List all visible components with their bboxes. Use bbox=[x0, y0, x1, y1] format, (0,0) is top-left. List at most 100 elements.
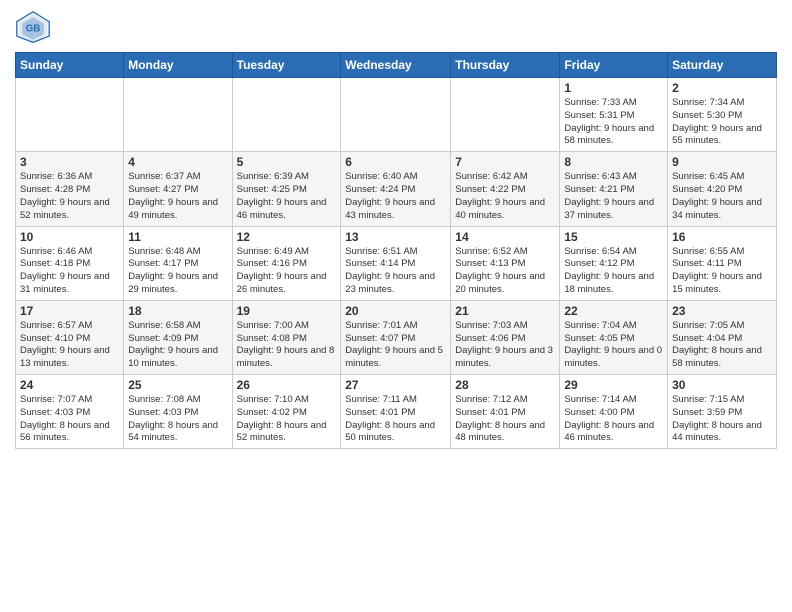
day-info: Sunrise: 6:43 AM Sunset: 4:21 PM Dayligh… bbox=[564, 171, 663, 222]
weekday-friday: Friday bbox=[560, 53, 668, 78]
day-number: 9 bbox=[672, 155, 772, 169]
weekday-sunday: Sunday bbox=[16, 53, 124, 78]
day-info: Sunrise: 6:51 AM Sunset: 4:14 PM Dayligh… bbox=[345, 246, 446, 297]
day-cell: 27 Sunrise: 7:11 AM Sunset: 4:01 PM Dayli… bbox=[341, 375, 451, 449]
day-cell: 17Sunrise: 6:57 AM Sunset: 4:10 PM Dayli… bbox=[16, 300, 124, 374]
day-cell bbox=[341, 78, 451, 152]
day-cell: 12 Sunrise: 6:49 AM Sunset: 4:16 PM Dayli… bbox=[232, 226, 341, 300]
day-cell: 5Sunrise: 6:39 AM Sunset: 4:25 PM Daylig… bbox=[232, 152, 341, 226]
day-info: Sunrise: 7:05 AM Sunset: 4:04 PM Dayligh… bbox=[672, 320, 772, 371]
day-info: Sunrise: 7:08 AM Sunset: 4:03 PM Dayligh… bbox=[128, 394, 227, 445]
day-cell: 14 Sunrise: 6:52 AM Sunset: 4:13 PM Dayli… bbox=[451, 226, 560, 300]
day-cell: 7 Sunrise: 6:42 AM Sunset: 4:22 PM Daylig… bbox=[451, 152, 560, 226]
day-number: 1 bbox=[564, 81, 663, 95]
day-info: Sunrise: 6:40 AM Sunset: 4:24 PM Dayligh… bbox=[345, 171, 446, 222]
day-info: Sunrise: 7:07 AM Sunset: 4:03 PM Dayligh… bbox=[20, 394, 119, 445]
day-number: 16 bbox=[672, 230, 772, 244]
day-number: 11 bbox=[128, 230, 227, 244]
day-cell bbox=[124, 78, 232, 152]
day-info: Sunrise: 6:48 AM Sunset: 4:17 PM Dayligh… bbox=[128, 246, 227, 297]
day-number: 12 bbox=[237, 230, 337, 244]
weekday-monday: Monday bbox=[124, 53, 232, 78]
weekday-wednesday: Wednesday bbox=[341, 53, 451, 78]
day-number: 26 bbox=[237, 378, 337, 392]
day-number: 22 bbox=[564, 304, 663, 318]
day-number: 13 bbox=[345, 230, 446, 244]
day-number: 27 bbox=[345, 378, 446, 392]
header: GB bbox=[15, 10, 777, 46]
calendar-table: SundayMondayTuesdayWednesdayThursdayFrid… bbox=[15, 52, 777, 449]
day-cell: 10 Sunrise: 6:46 AM Sunset: 4:18 PM Dayli… bbox=[16, 226, 124, 300]
day-cell: 24 Sunrise: 7:07 AM Sunset: 4:03 PM Dayli… bbox=[16, 375, 124, 449]
day-cell: 11 Sunrise: 6:48 AM Sunset: 4:17 PM Dayli… bbox=[124, 226, 232, 300]
day-info: Sunrise: 7:01 AM Sunset: 4:07 PM Dayligh… bbox=[345, 320, 446, 371]
weekday-thursday: Thursday bbox=[451, 53, 560, 78]
day-info: Sunrise: 6:46 AM Sunset: 4:18 PM Dayligh… bbox=[20, 246, 119, 297]
day-cell: 26 Sunrise: 7:10 AM Sunset: 4:02 PM Dayli… bbox=[232, 375, 341, 449]
day-info: Sunrise: 7:11 AM Sunset: 4:01 PM Dayligh… bbox=[345, 394, 446, 445]
week-row-1: 3 Sunrise: 6:36 AM Sunset: 4:28 PM Daylig… bbox=[16, 152, 777, 226]
weekday-header-row: SundayMondayTuesdayWednesdayThursdayFrid… bbox=[16, 53, 777, 78]
day-cell: 3 Sunrise: 6:36 AM Sunset: 4:28 PM Daylig… bbox=[16, 152, 124, 226]
day-info: Sunrise: 6:45 AM Sunset: 4:20 PM Dayligh… bbox=[672, 171, 772, 222]
day-number: 15 bbox=[564, 230, 663, 244]
week-row-2: 10 Sunrise: 6:46 AM Sunset: 4:18 PM Dayli… bbox=[16, 226, 777, 300]
day-info: Sunrise: 6:54 AM Sunset: 4:12 PM Dayligh… bbox=[564, 246, 663, 297]
day-number: 14 bbox=[455, 230, 555, 244]
day-number: 2 bbox=[672, 81, 772, 95]
day-cell: 18 Sunrise: 6:58 AM Sunset: 4:09 PM Dayli… bbox=[124, 300, 232, 374]
day-number: 6 bbox=[345, 155, 446, 169]
day-number: 24 bbox=[20, 378, 119, 392]
day-cell: 30 Sunrise: 7:15 AM Sunset: 3:59 PM Dayli… bbox=[668, 375, 777, 449]
day-number: 25 bbox=[128, 378, 227, 392]
day-cell: 13 Sunrise: 6:51 AM Sunset: 4:14 PM Dayli… bbox=[341, 226, 451, 300]
week-row-0: 1 Sunrise: 7:33 AM Sunset: 5:31 PM Daylig… bbox=[16, 78, 777, 152]
day-number: 19 bbox=[237, 304, 337, 318]
day-info: Sunrise: 6:55 AM Sunset: 4:11 PM Dayligh… bbox=[672, 246, 772, 297]
day-cell: 8Sunrise: 6:43 AM Sunset: 4:21 PM Daylig… bbox=[560, 152, 668, 226]
day-info: Sunrise: 7:34 AM Sunset: 5:30 PM Dayligh… bbox=[672, 97, 772, 148]
day-info: Sunrise: 7:03 AM Sunset: 4:06 PM Dayligh… bbox=[455, 320, 555, 371]
day-cell bbox=[232, 78, 341, 152]
day-cell: 25 Sunrise: 7:08 AM Sunset: 4:03 PM Dayli… bbox=[124, 375, 232, 449]
day-cell: 9 Sunrise: 6:45 AM Sunset: 4:20 PM Daylig… bbox=[668, 152, 777, 226]
day-cell: 22 Sunrise: 7:04 AM Sunset: 4:05 PM Dayli… bbox=[560, 300, 668, 374]
day-info: Sunrise: 7:10 AM Sunset: 4:02 PM Dayligh… bbox=[237, 394, 337, 445]
day-info: Sunrise: 6:57 AM Sunset: 4:10 PM Dayligh… bbox=[20, 320, 119, 371]
day-number: 18 bbox=[128, 304, 227, 318]
day-cell bbox=[451, 78, 560, 152]
day-number: 21 bbox=[455, 304, 555, 318]
day-info: Sunrise: 6:58 AM Sunset: 4:09 PM Dayligh… bbox=[128, 320, 227, 371]
day-number: 3 bbox=[20, 155, 119, 169]
day-number: 10 bbox=[20, 230, 119, 244]
day-info: Sunrise: 6:49 AM Sunset: 4:16 PM Dayligh… bbox=[237, 246, 337, 297]
day-info: Sunrise: 7:12 AM Sunset: 4:01 PM Dayligh… bbox=[455, 394, 555, 445]
week-row-3: 17Sunrise: 6:57 AM Sunset: 4:10 PM Dayli… bbox=[16, 300, 777, 374]
day-cell: 23 Sunrise: 7:05 AM Sunset: 4:04 PM Dayli… bbox=[668, 300, 777, 374]
day-cell: 6 Sunrise: 6:40 AM Sunset: 4:24 PM Daylig… bbox=[341, 152, 451, 226]
day-cell: 1 Sunrise: 7:33 AM Sunset: 5:31 PM Daylig… bbox=[560, 78, 668, 152]
day-info: Sunrise: 6:52 AM Sunset: 4:13 PM Dayligh… bbox=[455, 246, 555, 297]
day-cell: 15 Sunrise: 6:54 AM Sunset: 4:12 PM Dayli… bbox=[560, 226, 668, 300]
day-info: Sunrise: 6:42 AM Sunset: 4:22 PM Dayligh… bbox=[455, 171, 555, 222]
day-cell: 20 Sunrise: 7:01 AM Sunset: 4:07 PM Dayli… bbox=[341, 300, 451, 374]
day-info: Sunrise: 7:14 AM Sunset: 4:00 PM Dayligh… bbox=[564, 394, 663, 445]
logo: GB bbox=[15, 10, 55, 46]
day-cell: 21 Sunrise: 7:03 AM Sunset: 4:06 PM Dayli… bbox=[451, 300, 560, 374]
day-info: Sunrise: 7:00 AM Sunset: 4:08 PM Dayligh… bbox=[237, 320, 337, 371]
day-info: Sunrise: 6:36 AM Sunset: 4:28 PM Dayligh… bbox=[20, 171, 119, 222]
day-info: Sunrise: 7:15 AM Sunset: 3:59 PM Dayligh… bbox=[672, 394, 772, 445]
day-number: 20 bbox=[345, 304, 446, 318]
day-cell bbox=[16, 78, 124, 152]
day-cell: 2 Sunrise: 7:34 AM Sunset: 5:30 PM Daylig… bbox=[668, 78, 777, 152]
day-info: Sunrise: 7:04 AM Sunset: 4:05 PM Dayligh… bbox=[564, 320, 663, 371]
week-row-4: 24 Sunrise: 7:07 AM Sunset: 4:03 PM Dayli… bbox=[16, 375, 777, 449]
day-cell: 19 Sunrise: 7:00 AM Sunset: 4:08 PM Dayli… bbox=[232, 300, 341, 374]
day-number: 4 bbox=[128, 155, 227, 169]
day-number: 7 bbox=[455, 155, 555, 169]
day-number: 30 bbox=[672, 378, 772, 392]
day-info: Sunrise: 6:39 AM Sunset: 4:25 PM Dayligh… bbox=[237, 171, 337, 222]
day-number: 28 bbox=[455, 378, 555, 392]
day-number: 23 bbox=[672, 304, 772, 318]
day-info: Sunrise: 7:33 AM Sunset: 5:31 PM Dayligh… bbox=[564, 97, 663, 148]
